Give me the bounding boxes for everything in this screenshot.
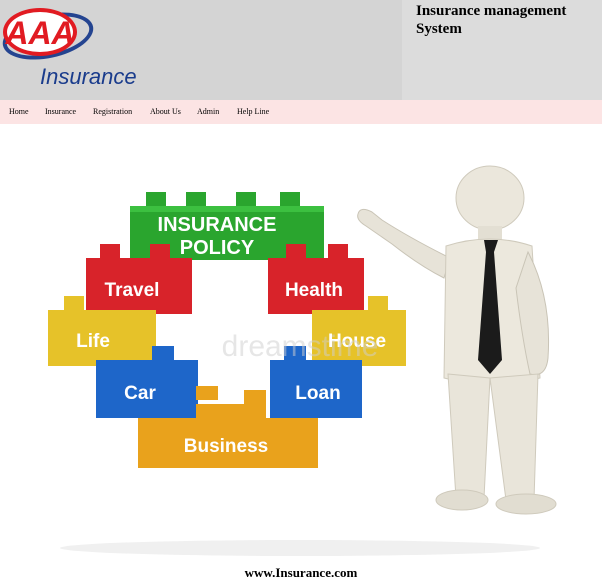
nav-home[interactable]: Home (9, 100, 29, 124)
watermark-text: dreamstime (222, 330, 379, 363)
nav-bar: Home Insurance Registration About Us Adm… (0, 100, 602, 124)
site-title: Insurance management System (416, 3, 567, 37)
svg-text:INSURANCE: INSURANCE (158, 214, 277, 236)
block-label-health: Health (285, 280, 343, 301)
block-label-car: Car (124, 383, 156, 404)
nav-insurance[interactable]: Insurance (45, 100, 76, 124)
logo-area: AAA Insurance (0, 0, 402, 100)
nav-admin[interactable]: Admin (197, 100, 219, 124)
title-area: Insurance management System (402, 0, 602, 100)
logo-letters: AAA (4, 15, 74, 51)
svg-text:POLICY: POLICY (180, 237, 255, 259)
hero-image: INSURANCE POLICY Travel Health Life Hous… (0, 128, 602, 560)
nav-registration[interactable]: Registration (93, 100, 132, 124)
insurance-blocks-illustration: INSURANCE POLICY Travel Health Life Hous… (48, 165, 557, 556)
header: AAA Insurance Insurance management Syste… (0, 0, 602, 100)
nav-about-us[interactable]: About Us (150, 100, 181, 124)
block-label-loan: Loan (295, 383, 340, 404)
footer-url[interactable]: www.Insurance.com (0, 563, 602, 583)
aaa-insurance-logo[interactable]: AAA Insurance (0, 4, 160, 94)
logo-word: Insurance (40, 64, 137, 89)
block-label-travel: Travel (105, 280, 160, 301)
block-label-life: Life (76, 331, 110, 352)
nav-help-line[interactable]: Help Line (237, 100, 269, 124)
block-label-business: Business (184, 436, 268, 457)
